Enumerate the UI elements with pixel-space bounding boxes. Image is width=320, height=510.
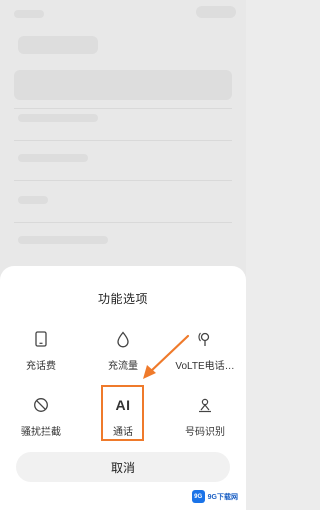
phone-icon [30,328,52,350]
option-label: 号码识别 [185,427,225,438]
option-label: 充话费 [26,361,56,372]
function-options-sheet: 功能选项 充话费 充流量 VoLTE电话… 骚扰拦截 AI 通话 号码识别 取消 [0,266,246,510]
highlight-box [101,385,144,441]
drop-icon [112,328,134,350]
watermark-text: 9G下载网 [207,493,238,501]
watermark: 9G 9G下载网 [187,488,242,505]
option-label: 充流量 [108,361,138,372]
sheet-title: 功能选项 [97,292,148,306]
option-volte-call[interactable]: VoLTE电话… [164,326,246,376]
number-recognition-icon [194,394,216,416]
option-recharge-data[interactable]: 充流量 [82,326,164,376]
watermark-logo: 9G [191,490,205,503]
option-recharge-credit[interactable]: 充话费 [0,326,82,376]
option-label: VoLTE电话… [175,361,235,372]
option-harassment-block[interactable]: 骚扰拦截 [0,392,82,442]
option-label: 骚扰拦截 [21,427,61,438]
option-number-recognition[interactable]: 号码识别 [164,392,246,442]
volte-icon [194,328,216,350]
block-icon [30,394,52,416]
cancel-button[interactable]: 取消 [16,452,230,482]
